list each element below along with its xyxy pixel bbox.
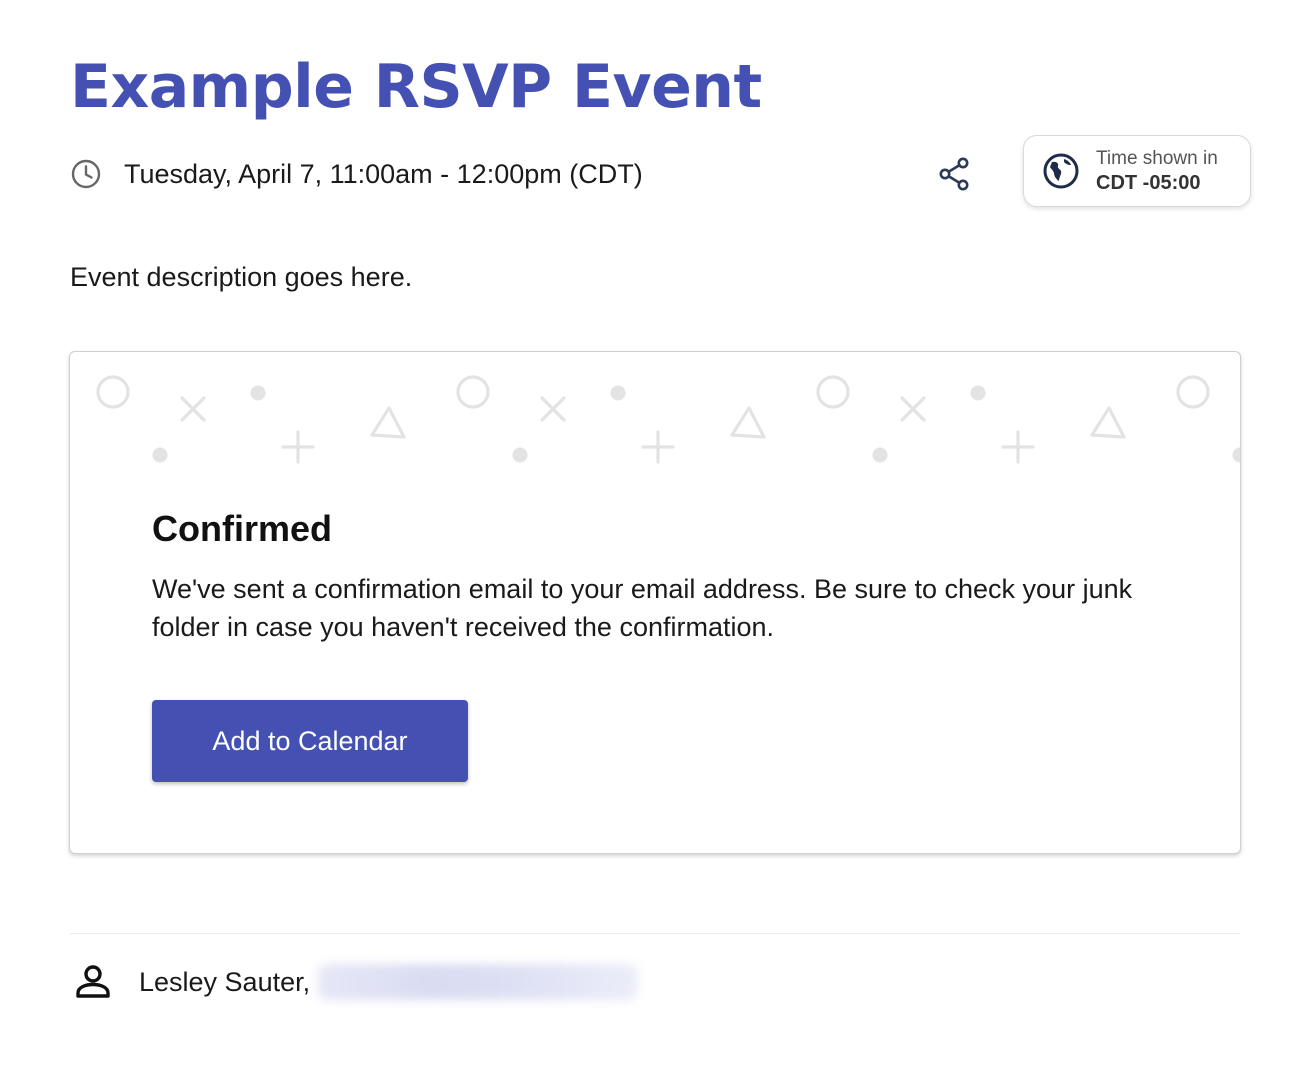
- event-title: Example RSVP Event: [70, 52, 762, 122]
- attendee-email-redacted: [318, 964, 639, 1000]
- confirmation-message: We've sent a confirmation email to your …: [152, 574, 1133, 642]
- share-icon[interactable]: [934, 154, 974, 194]
- confirmation-card: Confirmed We've sent a confirmation emai…: [69, 351, 1241, 854]
- confirmation-title: Confirmed: [152, 508, 332, 549]
- clock-icon: [70, 158, 102, 190]
- event-datetime: Tuesday, April 7, 11:00am - 12:00pm (CDT…: [124, 158, 643, 189]
- globe-icon: [1042, 152, 1080, 190]
- event-datetime-row: Tuesday, April 7, 11:00am - 12:00pm (CDT…: [70, 154, 643, 194]
- attendee-row: Lesley Sauter,: [74, 960, 639, 1004]
- divider: [70, 933, 1240, 934]
- add-to-calendar-button[interactable]: Add to Calendar: [152, 700, 468, 782]
- attendee-name: Lesley Sauter,: [139, 966, 311, 997]
- timezone-caption: Time shown in: [1096, 148, 1218, 169]
- timezone-value: CDT -05:00: [1096, 172, 1201, 194]
- timezone-text: Time shown in CDT -05:00: [1096, 147, 1218, 195]
- person-icon: [74, 963, 112, 1001]
- timezone-selector[interactable]: Time shown in CDT -05:00: [1023, 135, 1251, 207]
- event-description: Event description goes here.: [70, 262, 413, 292]
- decorative-pattern: [96, 375, 1240, 464]
